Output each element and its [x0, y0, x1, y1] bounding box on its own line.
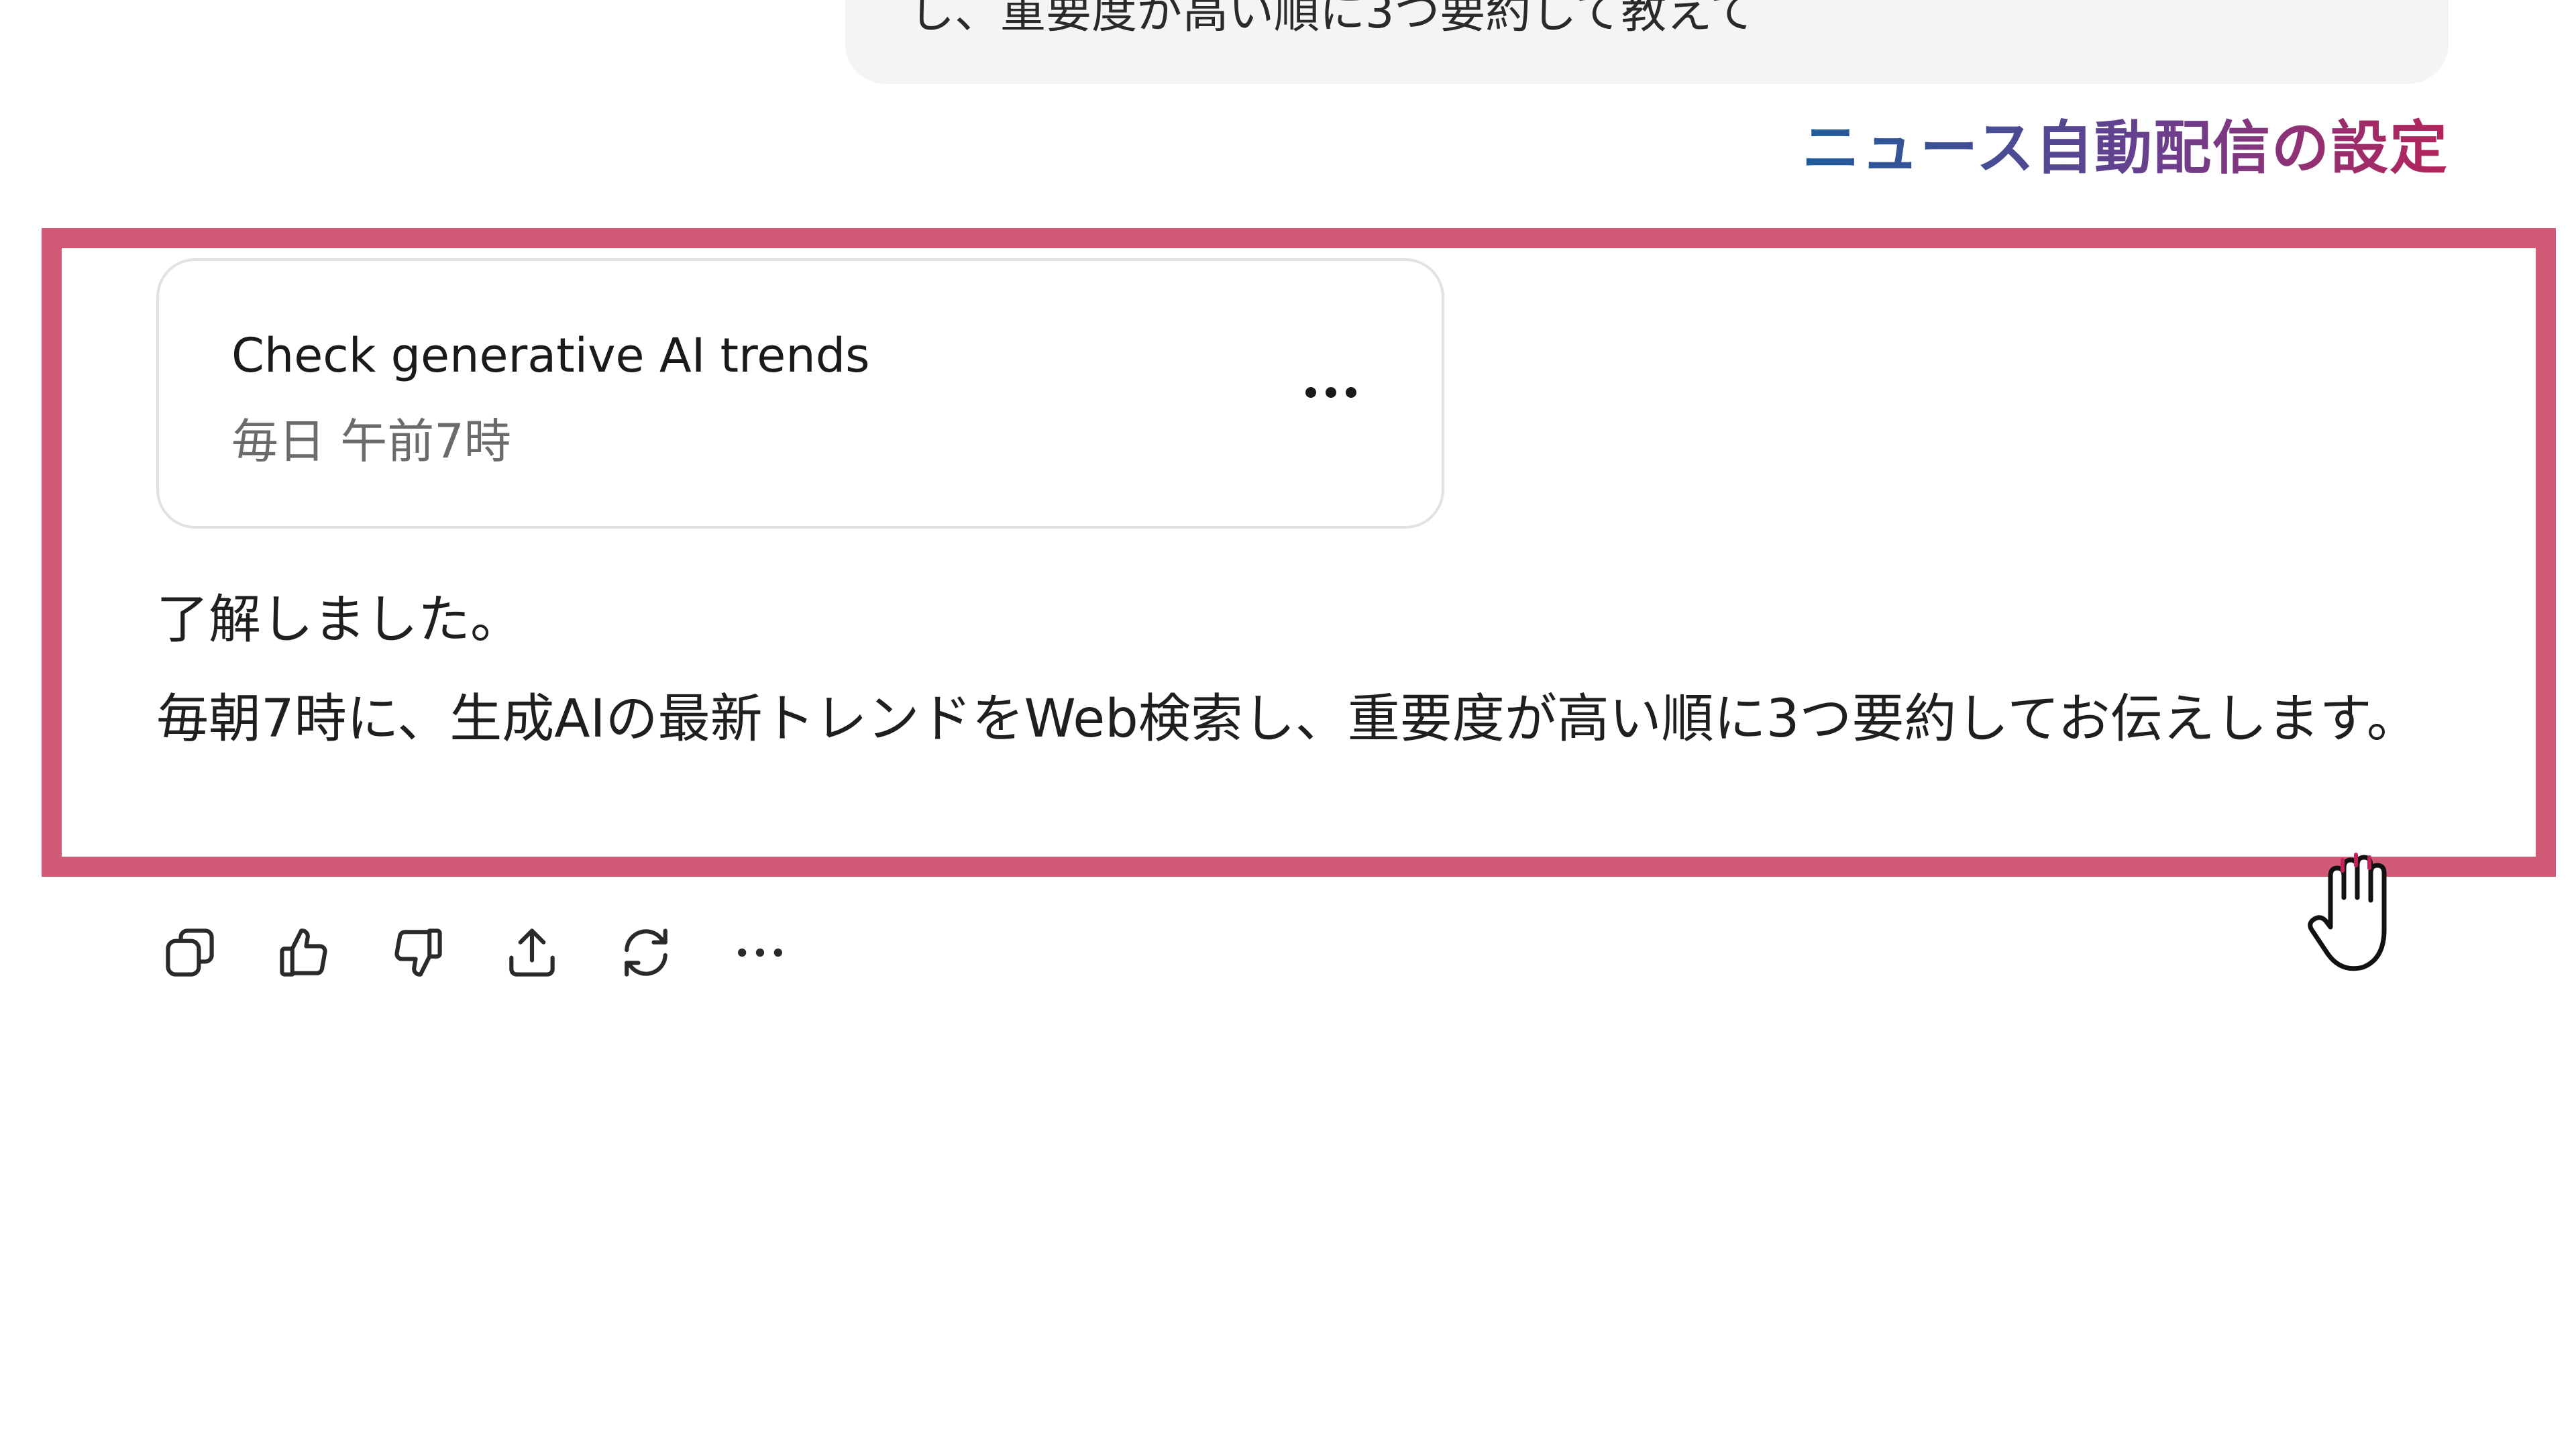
user-message-bubble: し、重要度が高い順に3つ要約して教えて: [845, 0, 2449, 84]
copy-button[interactable]: [156, 919, 223, 986]
copy-icon: [166, 928, 214, 977]
assistant-message-line-2: 毎朝7時に、生成AIの最新トレンドをWeb検索し、重要度が高い順に3つ要約してお…: [156, 689, 2419, 749]
share-icon: [509, 928, 555, 977]
more-options-button[interactable]: [727, 919, 794, 986]
task-title: Check generative AI trends: [231, 328, 870, 383]
share-button[interactable]: [498, 919, 566, 986]
regenerate-icon: [625, 928, 667, 977]
assistant-message: 了解しました。 毎朝7時に、生成AIの最新トレンドをWeb検索し、重要度が高い順…: [156, 570, 2464, 769]
assistant-message-line-1: 了解しました。: [156, 590, 523, 650]
more-icon: [738, 948, 782, 957]
annotation-caption: ニュース自動配信の設定: [1802, 101, 2449, 184]
thumbs-up-button[interactable]: [270, 919, 337, 986]
scheduled-task-card[interactable]: Check generative AI trends 毎日 午前7時: [156, 258, 1444, 529]
user-message-text: し、重要度が高い順に3つ要約して教えて: [909, 0, 1756, 39]
chat-page: し、重要度が高い順に3つ要約して教えて ニュース自動配信の設定 Check ge…: [0, 0, 2576, 1449]
hand-cursor-icon: [2308, 853, 2387, 971]
message-actions-toolbar: [156, 919, 794, 986]
thumbs-down-icon: [394, 928, 442, 977]
regenerate-button[interactable]: [612, 919, 680, 986]
thumbs-down-button[interactable]: [384, 919, 451, 986]
task-schedule: 毎日 午前7時: [231, 414, 511, 469]
thumbs-up-icon: [280, 928, 327, 977]
ellipsis-icon[interactable]: [1294, 368, 1368, 417]
